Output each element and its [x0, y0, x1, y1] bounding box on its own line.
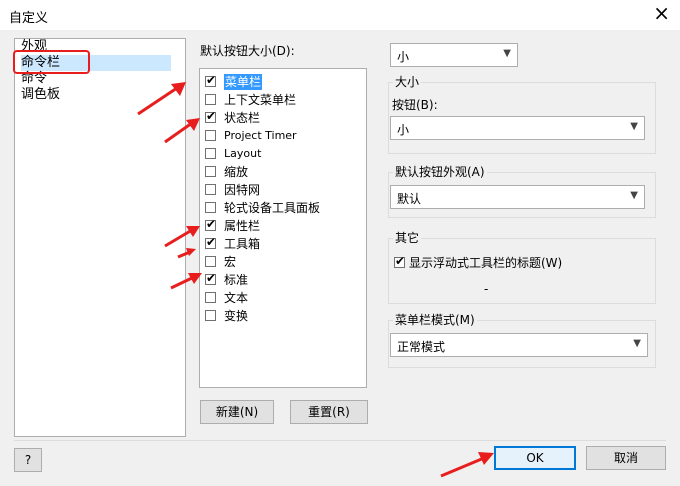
list-item[interactable]: 轮式设备工具面板 — [202, 199, 366, 217]
sidebar-item-palette[interactable]: 调色板 — [21, 87, 60, 103]
checkbox[interactable] — [205, 130, 216, 141]
chevron-down-icon: ▼ — [630, 121, 638, 132]
checkbox[interactable] — [205, 94, 216, 105]
window-title: 自定义 — [9, 11, 49, 26]
list-item[interactable]: ✔ 菜单栏 — [202, 73, 366, 91]
checkbox[interactable] — [205, 202, 216, 213]
footer-divider — [14, 440, 666, 441]
menubar-mode-value: 正常模式 — [397, 340, 446, 354]
list-item[interactable]: 因特网 — [202, 181, 366, 199]
appearance-value: 默认 — [397, 192, 422, 206]
list-item-label: 标准 — [224, 273, 249, 287]
checkmark-icon: ✔ — [206, 73, 217, 87]
list-item[interactable]: ✔ 标准 — [202, 271, 366, 289]
checkbox[interactable] — [205, 256, 216, 267]
list-item[interactable]: 缩放 — [202, 163, 366, 181]
list-item[interactable]: 变换 — [202, 307, 366, 325]
annotation-highlight-box — [13, 50, 90, 74]
checkbox[interactable] — [205, 148, 216, 159]
button-size-value: 小 — [397, 123, 410, 137]
list-item-label: 状态栏 — [224, 111, 261, 125]
button-size-label: 按钮(B): — [392, 98, 438, 112]
checkbox[interactable]: ✔ — [205, 73, 217, 87]
list-item-label: 缩放 — [224, 165, 249, 179]
list-item[interactable]: ✔ 工具箱 — [202, 235, 366, 253]
default-size-value: 小 — [397, 50, 410, 64]
appearance-group-title: 默认按钮外观(A) — [393, 164, 487, 180]
list-item[interactable]: Layout — [202, 145, 366, 163]
other-group-title: 其它 — [393, 230, 422, 246]
title-bar: 自定义 × — [0, 0, 680, 30]
list-item-label: 上下文菜单栏 — [224, 93, 297, 107]
checkbox[interactable]: ✔ — [205, 271, 217, 285]
checkbox[interactable]: ✔ — [205, 217, 217, 231]
checkbox[interactable]: ✔ — [394, 254, 406, 268]
checkbox[interactable] — [205, 292, 216, 303]
menubar-mode-group-title: 菜单栏模式(M) — [393, 312, 477, 328]
checkmark-icon: ✔ — [206, 271, 217, 285]
list-item-label: 变换 — [224, 309, 249, 323]
menubar-mode-select[interactable]: 正常模式 ▼ — [390, 333, 648, 357]
list-item[interactable]: Project Timer — [202, 127, 366, 145]
list-item-label: 菜单栏 — [224, 74, 263, 90]
command-bar-list[interactable]: ✔ 菜单栏 上下文菜单栏 ✔ 状态栏 Project Timer Layout … — [199, 68, 367, 388]
show-title-option[interactable]: ✔ 显示浮动式工具栏的标题(W) — [392, 254, 592, 272]
list-item[interactable]: 宏 — [202, 253, 366, 271]
list-item-label: 文本 — [224, 291, 249, 305]
arrow-icon — [440, 452, 494, 478]
list-item-label: 属性栏 — [224, 219, 261, 233]
default-size-label: 默认按钮大小(D): — [200, 44, 295, 58]
chevron-down-icon: ▼ — [503, 48, 511, 59]
list-item-label: 工具箱 — [224, 237, 261, 251]
arrow-icon — [137, 82, 186, 116]
list-item[interactable]: 上下文菜单栏 — [202, 91, 366, 109]
list-item-label: 因特网 — [224, 183, 261, 197]
help-button[interactable]: ? — [14, 448, 42, 472]
arrow-icon — [170, 273, 202, 290]
list-item[interactable]: 文本 — [202, 289, 366, 307]
list-item-label: 轮式设备工具面板 — [224, 201, 321, 215]
checkmark-icon: ✔ — [206, 235, 217, 249]
list-item-label: Layout — [224, 147, 262, 160]
chevron-down-icon: ▼ — [630, 190, 638, 201]
dash-text: - — [484, 282, 489, 296]
checkmark-icon: ✔ — [206, 109, 217, 123]
list-item-label: 宏 — [224, 255, 237, 269]
checkmark-icon: ✔ — [206, 217, 217, 231]
checkbox[interactable] — [205, 310, 216, 321]
checkbox[interactable] — [205, 166, 216, 177]
checkbox[interactable] — [205, 184, 216, 195]
arrow-icon — [164, 118, 200, 144]
cancel-button[interactable]: 取消 — [586, 446, 666, 470]
appearance-select[interactable]: 默认 ▼ — [390, 185, 645, 209]
new-button[interactable]: 新建(N) — [200, 400, 274, 424]
list-item[interactable]: ✔ 属性栏 — [202, 217, 366, 235]
close-icon[interactable]: × — [653, 2, 670, 24]
default-size-select[interactable]: 小 ▼ — [390, 43, 518, 67]
chevron-down-icon: ▼ — [633, 338, 641, 349]
checkmark-icon: ✔ — [395, 254, 406, 268]
checkbox[interactable]: ✔ — [205, 235, 217, 249]
button-size-select[interactable]: 小 ▼ — [390, 116, 645, 140]
arrow-icon — [177, 248, 196, 259]
list-item[interactable]: ✔ 状态栏 — [202, 109, 366, 127]
size-group-title: 大小 — [393, 74, 422, 90]
reset-button[interactable]: 重置(R) — [290, 400, 368, 424]
checkbox[interactable]: ✔ — [205, 109, 217, 123]
show-title-label: 显示浮动式工具栏的标题(W) — [409, 256, 563, 270]
list-item-label: Project Timer — [224, 129, 297, 142]
ok-button[interactable]: OK — [494, 446, 576, 470]
